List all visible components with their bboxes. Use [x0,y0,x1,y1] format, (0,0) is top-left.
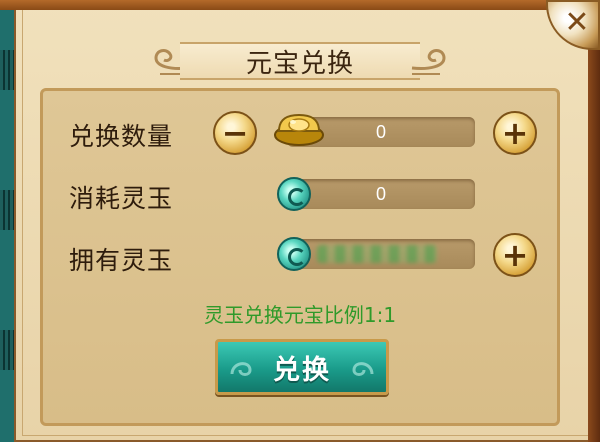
exchange-button[interactable]: 兑换 [215,339,389,395]
jade-consumed-label: 消耗灵玉 [69,184,174,213]
exchange-button-label: 兑换 [273,354,331,386]
increase-button[interactable]: + [493,111,537,155]
close-icon: ✕ [564,5,590,40]
background-decoration [0,190,14,230]
exchange-ratio-text: 灵玉兑换元宝比例1:1 [203,303,397,327]
plus-icon: + [501,236,529,274]
decrease-button[interactable]: − [213,111,257,155]
dialog-title: 元宝兑换 [245,48,354,79]
exchange-quantity-label: 兑换数量 [69,122,174,151]
cloud-ornament-icon [411,49,446,75]
gold-ingot-icon [274,113,324,146]
title-plaque: 元宝兑换 [150,40,450,82]
jade-owned-value [287,239,475,269]
background-decoration [0,330,14,370]
dialog-top-rail [0,0,600,10]
jade-owned-field [287,239,475,269]
jade-consumed-value: 0 [375,183,386,204]
exchange-dialog: ✕ 元宝兑换 兑换数量 − 0 + 消耗灵玉 0 拥有灵玉 + 灵玉兑换元宝比例… [0,0,600,442]
dialog-right-rail [588,0,600,442]
jade-consumed-field: 0 [287,179,475,209]
cloud-swirl-icon [352,362,374,376]
minus-icon: − [221,114,249,152]
exchange-panel: 兑换数量 − 0 + 消耗灵玉 0 拥有灵玉 + 灵玉兑换元宝比例1:1 兑换 [40,88,560,426]
buy-jade-button[interactable]: + [493,233,537,277]
background-decoration [0,50,14,90]
plus-icon: + [501,114,529,152]
jade-icon [277,237,311,271]
jade-owned-label: 拥有灵玉 [69,246,174,275]
cloud-swirl-icon [230,362,252,376]
jade-icon [277,177,311,211]
background-left-edge [0,0,15,442]
